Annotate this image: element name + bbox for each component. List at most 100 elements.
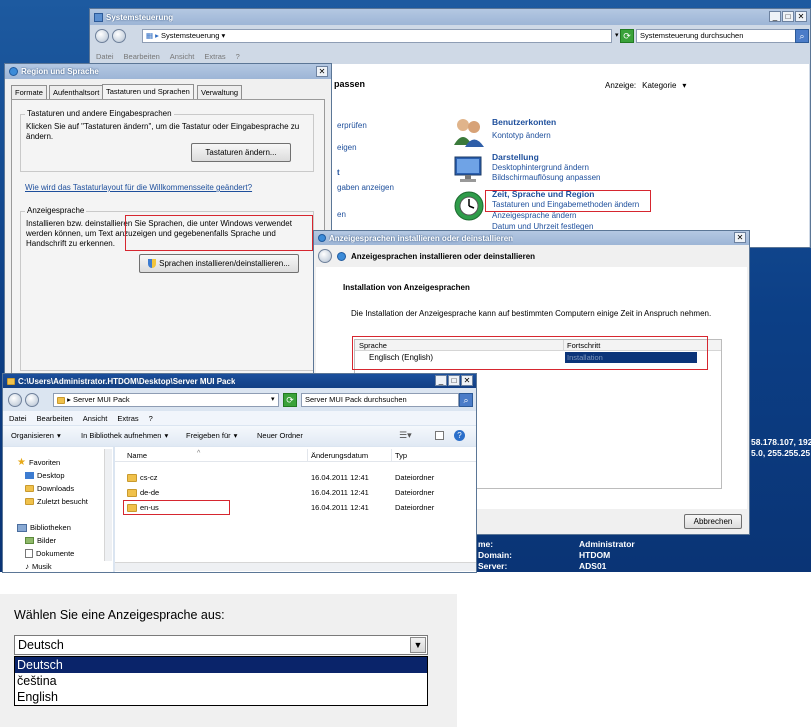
nav-desktop-label: Desktop bbox=[37, 471, 65, 480]
info-value-server: ADS01 bbox=[579, 561, 607, 571]
nav-documents[interactable]: Dokumente bbox=[25, 549, 74, 558]
desktop-icon bbox=[25, 472, 34, 479]
forward-button[interactable] bbox=[112, 29, 126, 43]
nav-pictures[interactable]: Bilder bbox=[25, 536, 56, 545]
tab-location[interactable]: Aufenthaltsort bbox=[49, 85, 104, 99]
welcome-screen-layout-link[interactable]: Wie wird das Tastaturlayout für die Will… bbox=[25, 183, 252, 192]
left-link-3[interactable]: t bbox=[337, 168, 340, 177]
menu-view[interactable]: Ansicht bbox=[170, 52, 195, 61]
language-option-deutsch[interactable]: Deutsch bbox=[15, 657, 427, 673]
folder-icon bbox=[57, 396, 65, 404]
group-keyboards-title: Tastaturen und andere Eingabesprachen bbox=[25, 109, 174, 118]
address-bar[interactable]: ▦ ▸ Systemsteuerung ▾ bbox=[142, 29, 612, 43]
preview-pane-icon[interactable] bbox=[435, 431, 444, 440]
left-link-5[interactable]: en bbox=[337, 210, 346, 219]
menu-edit[interactable]: Bearbeiten bbox=[124, 52, 160, 61]
category-user-accounts[interactable]: Benutzerkonten bbox=[492, 117, 556, 127]
menu-help[interactable]: ? bbox=[236, 52, 240, 61]
organize-button[interactable]: Organisieren ▾ bbox=[11, 431, 61, 440]
nav-favorites[interactable]: ★ Favoriten bbox=[17, 457, 60, 468]
column-type[interactable]: Typ bbox=[395, 451, 407, 460]
nav-libraries[interactable]: Bibliotheken bbox=[17, 523, 71, 532]
file-type: Dateiordner bbox=[395, 488, 435, 497]
change-keyboards-button[interactable]: Tastaturen ändern... bbox=[191, 143, 291, 162]
minimize-button[interactable]: _ bbox=[435, 375, 447, 386]
install-dialog-header: Anzeigesprachen installieren oder deinst… bbox=[318, 248, 743, 264]
chevron-down-icon: ▾ bbox=[219, 31, 226, 40]
back-button[interactable] bbox=[95, 29, 109, 43]
menu-tools[interactable]: Extras bbox=[204, 52, 225, 61]
chevron-down-icon[interactable]: ▾ bbox=[271, 395, 275, 403]
info-value-user: Administrator bbox=[579, 539, 635, 549]
maximize-button[interactable]: □ bbox=[782, 11, 794, 22]
forward-button[interactable] bbox=[25, 393, 39, 407]
close-button[interactable]: ✕ bbox=[734, 232, 746, 243]
new-folder-button[interactable]: Neuer Ordner bbox=[257, 431, 303, 440]
close-button[interactable]: ✕ bbox=[316, 66, 328, 77]
search-input[interactable]: Systemsteuerung durchsuchen bbox=[636, 29, 796, 43]
cancel-button[interactable]: Abbrechen bbox=[684, 514, 742, 529]
share-button[interactable]: Freigeben für ▾ bbox=[186, 431, 237, 440]
refresh-icon[interactable]: ⟳ bbox=[620, 29, 634, 43]
menu-file[interactable]: Datei bbox=[9, 414, 27, 423]
back-button[interactable] bbox=[8, 393, 22, 407]
group-keyboards-text: Klicken Sie auf "Tastaturen ändern", um … bbox=[26, 122, 300, 141]
view-options-icon[interactable]: ☰▾ bbox=[399, 430, 412, 441]
back-button[interactable] bbox=[318, 249, 332, 263]
view-selector[interactable]: Anzeige: Kategorie ▾ bbox=[605, 81, 686, 90]
language-options-list: Deutsch čeština English bbox=[14, 656, 428, 706]
language-select[interactable]: Deutsch ▼ bbox=[14, 635, 428, 655]
table-row[interactable]: de-de 16.04.2011 12:41 Dateiordner bbox=[115, 485, 476, 500]
menu-tools[interactable]: Extras bbox=[117, 414, 138, 423]
language-option-cestina[interactable]: čeština bbox=[15, 673, 427, 689]
link-change-resolution[interactable]: Bildschirmauflösung anpassen bbox=[492, 173, 601, 182]
tab-keyboards-languages[interactable]: Tastaturen und Sprachen bbox=[102, 84, 194, 99]
help-icon[interactable]: ? bbox=[454, 430, 465, 441]
explorer-menu-bar: Datei Bearbeiten Ansicht Extras ? bbox=[3, 411, 476, 425]
nav-recent[interactable]: Zuletzt besucht bbox=[25, 497, 88, 506]
menu-help[interactable]: ? bbox=[149, 414, 153, 423]
close-button[interactable]: ✕ bbox=[461, 375, 473, 386]
menu-edit[interactable]: Bearbeiten bbox=[37, 414, 73, 423]
search-icon[interactable]: ⌕ bbox=[795, 29, 809, 43]
nav-scrollbar[interactable] bbox=[104, 449, 112, 561]
include-library-button[interactable]: In Bibliothek aufnehmen ▾ bbox=[81, 431, 168, 440]
documents-icon bbox=[25, 549, 33, 558]
maximize-button[interactable]: □ bbox=[448, 375, 460, 386]
explorer-search-placeholder: Server MUI Pack durchsuchen bbox=[305, 395, 407, 404]
link-change-account-type[interactable]: Kontotyp ändern bbox=[492, 131, 551, 140]
left-link-1[interactable]: erprüfen bbox=[337, 121, 367, 130]
menu-view[interactable]: Ansicht bbox=[83, 414, 108, 423]
left-link-2[interactable]: eigen bbox=[337, 143, 357, 152]
close-button[interactable]: ✕ bbox=[795, 11, 807, 22]
link-change-background[interactable]: Desktophintergrund ändern bbox=[492, 163, 589, 172]
page-title-fragment: passen bbox=[334, 79, 366, 89]
tab-administration[interactable]: Verwaltung bbox=[197, 85, 243, 99]
horizontal-scrollbar[interactable] bbox=[115, 562, 476, 571]
info-label-domain: Domain: bbox=[478, 550, 512, 560]
column-name[interactable]: Name bbox=[127, 451, 147, 460]
address-dropdown-icon[interactable]: ▾ bbox=[615, 31, 619, 39]
nav-desktop[interactable]: Desktop bbox=[25, 471, 65, 480]
search-icon[interactable]: ⌕ bbox=[459, 393, 473, 407]
explorer-address-bar[interactable]: ▸ Server MUI Pack bbox=[53, 393, 279, 407]
region-dialog-titlebar: Region und Sprache bbox=[5, 64, 331, 79]
tab-formats[interactable]: Formate bbox=[11, 85, 47, 99]
install-languages-button[interactable]: Sprachen installieren/deinstallieren... bbox=[139, 254, 299, 273]
table-row[interactable]: cs-cz 16.04.2011 12:41 Dateiordner bbox=[115, 470, 476, 485]
nav-downloads[interactable]: Downloads bbox=[25, 484, 74, 493]
monitor-icon bbox=[452, 154, 486, 184]
menu-file[interactable]: Datei bbox=[96, 52, 114, 61]
minimize-button[interactable]: _ bbox=[769, 11, 781, 22]
explorer-search-input[interactable]: Server MUI Pack durchsuchen bbox=[301, 393, 459, 407]
nav-music[interactable]: ♪ Musik bbox=[25, 562, 52, 571]
category-appearance[interactable]: Darstellung bbox=[492, 152, 539, 162]
column-date[interactable]: Änderungsdatum bbox=[311, 451, 368, 460]
language-option-english[interactable]: English bbox=[15, 689, 427, 705]
desktop-info-values: Administrator HTDOM ADS01 bbox=[579, 539, 635, 572]
file-date: 16.04.2011 12:41 bbox=[311, 488, 369, 497]
refresh-icon[interactable]: ⟳ bbox=[283, 393, 297, 407]
link-change-display-language[interactable]: Anzeigesprache ändern bbox=[492, 211, 577, 220]
left-link-4[interactable]: gaben anzeigen bbox=[337, 183, 394, 192]
chevron-down-icon[interactable]: ▼ bbox=[410, 637, 426, 653]
